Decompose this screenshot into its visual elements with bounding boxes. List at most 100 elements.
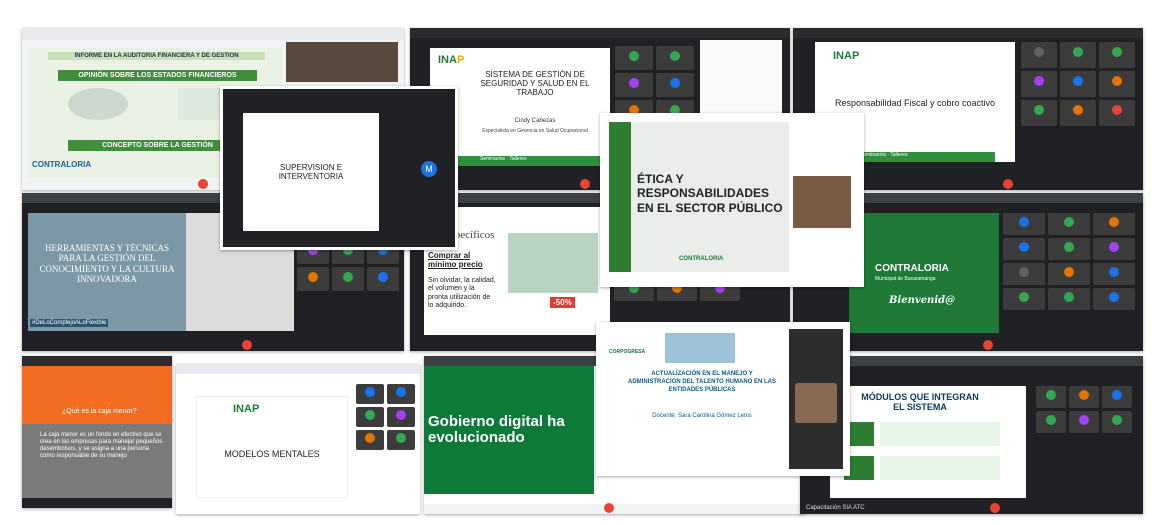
logo: CONTRALORIA [679,256,724,262]
video-strip [286,42,398,82]
hashtag: #DeLoComplejoALoFlexible [30,319,109,327]
meet-header [800,356,1143,366]
end-call-button[interactable] [580,179,590,189]
participant-tile[interactable] [1060,100,1096,126]
participant-tile[interactable] [1102,411,1132,433]
slide-title: MODELOS MENTALES [224,449,320,459]
slide: INAP MODELOS MENTALES [196,396,348,498]
meet-header [410,28,790,38]
slide-subtitle: Comprar al mínimo precio [428,251,483,269]
slide: SUPERVISION E INTERVENTORIA [243,113,379,231]
participant-tile[interactable] [615,73,653,97]
inap-logo: INAP [233,403,260,415]
participant-tile[interactable] [1069,411,1099,433]
end-call-button[interactable] [198,179,208,189]
green-accent [609,122,631,272]
meet-toolbar [22,340,404,351]
slide: CORPOGRESA ACTUALIZACIÓN EN EL MANEJO Y … [603,329,789,469]
participant-tile[interactable] [1003,288,1045,310]
participant-tile[interactable] [297,267,329,291]
tile-supervision: SUPERVISION E INTERVENTORIA M [220,86,458,250]
participant-tile[interactable] [1102,386,1132,408]
end-call-button[interactable] [983,340,993,350]
participant-tile[interactable] [1093,288,1135,310]
participant-tile[interactable] [1099,42,1135,68]
slide-title: SISTEMA DE GESTIÓN DE SEGURIDAD Y SALUD … [480,70,590,97]
participant-tile[interactable] [367,267,399,291]
slide-body: La caja menor es un fondo en efectivo qu… [40,432,163,459]
slide-heading: OPINIÓN SOBRE LOS ESTADOS FINANCIEROS [58,70,257,81]
end-call-button[interactable] [242,340,252,350]
participant-tile[interactable] [356,407,384,427]
slide-footer: Seminarios · Talleres [855,152,995,162]
participant-tile[interactable] [332,267,364,291]
participant-tile[interactable] [1048,213,1090,235]
logo-subtitle: Municipal de Bucaramanga [875,276,936,282]
end-call-button[interactable] [1003,179,1013,189]
slide-title: INFORME EN LA AUDITORIA FINANCIERA Y DE … [48,52,265,60]
module-block [880,422,1000,446]
meeting-name: Capacitación SIA ATC [806,505,865,511]
participant-tile[interactable] [387,384,415,404]
participant-tile[interactable] [1036,411,1066,433]
participant-tile[interactable] [1036,386,1066,408]
participant-tile[interactable] [1099,71,1135,97]
tile-modulos: MÓDULOS QUE INTEGRAN EL SISTEMA Capacita… [800,356,1143,514]
participant-tile[interactable] [1093,238,1135,260]
participant-tile[interactable] [656,73,694,97]
slide-title: ACTUALIZACIÓN EN EL MANEJO Y ADMINISTRAC… [628,371,776,393]
inap-logo: INAP [833,50,860,62]
participant-tile[interactable] [1003,213,1045,235]
participant-tile[interactable] [1060,71,1096,97]
slide-body: Sin olvidar, la calidad, el volumen y la… [428,277,496,310]
logo: CONTRALORIA [32,160,92,169]
participant-tile[interactable] [1021,71,1057,97]
sale-badge: -50% [550,297,575,308]
speaker-video [793,176,851,228]
browser-bar [22,28,404,40]
participant-tile[interactable] [1003,238,1045,260]
speaker-video [789,329,843,469]
participant-tile[interactable] [615,46,653,70]
meet-toolbar [424,503,804,514]
end-call-button[interactable] [604,503,614,513]
meet-header [22,356,172,366]
participant-tile[interactable] [1048,263,1090,285]
participant-grid [1003,213,1135,310]
participant-tile[interactable] [1060,42,1096,68]
participant-tile[interactable] [1099,100,1135,126]
participant-tile[interactable] [1093,213,1135,235]
slide-title: ÉTICA Y RESPONSABILIDADES EN EL SECTOR P… [637,172,783,215]
slide: Gobierno digital ha evolucionado [424,366,594,494]
slide-title: Responsabilidad Fiscal y cobro coactivo [834,98,996,108]
participant-avatar[interactable]: M [421,161,437,177]
slide: CONTRALORIA Municipal de Bucaramanga Bie… [849,213,999,333]
tile-etica: ÉTICA Y RESPONSABILIDADES EN EL SECTOR P… [600,113,864,287]
participant-tile[interactable] [1021,42,1057,68]
speaker-name: Docente: Sara Carolina Gómez Lenis [652,413,752,419]
participant-tile[interactable] [387,407,415,427]
slide-title: ¿Qué es la caja menor? [62,408,137,415]
participant-tile[interactable] [1003,263,1045,285]
participant-tile[interactable] [1048,288,1090,310]
participant-tile[interactable] [1093,263,1135,285]
participant-tile[interactable] [356,430,384,450]
participant-tile[interactable] [656,46,694,70]
end-call-button[interactable] [990,503,1000,513]
meet-header [176,364,420,374]
speaker-role: Especialista en Gerencia en Salud Ocupac… [482,128,588,134]
tile-modelos-mentales: INAP MODELOS MENTALES [176,364,420,514]
participant-tile[interactable] [1048,238,1090,260]
participant-grid [1036,386,1132,433]
participant-tile[interactable] [387,430,415,450]
slide-image [665,333,735,363]
slide-title: HERRAMIENTAS Y TÉCNICAS PARA LA GESTIÓN … [39,243,175,285]
meet-header [793,28,1143,38]
participant-tile[interactable] [1069,386,1099,408]
participant-tile[interactable] [356,384,384,404]
participant-tile[interactable] [1021,100,1057,126]
slide-title: SUPERVISION E INTERVENTORIA [278,163,344,181]
slide: HERRAMIENTAS Y TÉCNICAS PARA LA GESTIÓN … [28,213,186,331]
inap-logo: INAP [438,54,465,66]
org-logo: CORPOGRESA [609,349,646,355]
